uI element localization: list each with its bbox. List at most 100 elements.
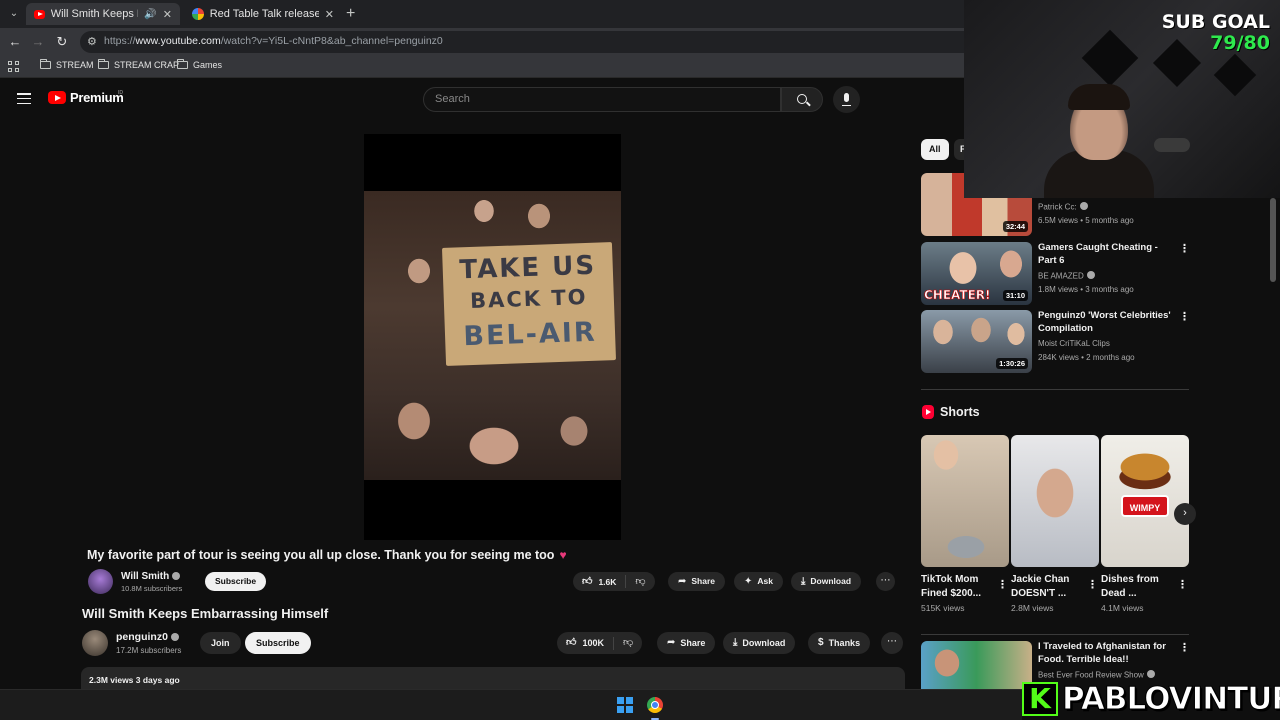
- more-actions-icon[interactable]: ⋯: [876, 572, 895, 591]
- back-icon[interactable]: ←: [7, 34, 23, 50]
- recommendation-channel[interactable]: BE AMAZED: [1038, 271, 1095, 281]
- join-button[interactable]: Join: [200, 632, 241, 654]
- youtube-header: Premium ID: [0, 80, 964, 118]
- sign-line: TAKE US: [458, 250, 597, 286]
- dislike-button[interactable]: 👎︎: [614, 638, 642, 648]
- short-thumbnail[interactable]: [921, 435, 1009, 567]
- close-tab-icon[interactable]: ✕: [163, 8, 172, 21]
- short-item[interactable]: Jackie Chan DOESN'T ... 2.8M views ⋮: [1011, 435, 1099, 613]
- share-label: Share: [691, 576, 716, 586]
- crowd-sign: TAKE US BACK TO BEL-AIR: [441, 242, 617, 366]
- short-views: 515K views: [921, 603, 965, 613]
- embedded-share-button[interactable]: ➦ Share: [668, 572, 726, 591]
- verified-icon: [1146, 670, 1155, 678]
- chip-all[interactable]: All: [921, 139, 949, 160]
- recommendation-item[interactable]: CHEATER! 31:10 Gamers Caught Cheating - …: [921, 242, 1191, 306]
- bookmark-stream-crap[interactable]: STREAM CRAP: [98, 59, 179, 70]
- more-options-icon[interactable]: ⋮: [1179, 244, 1190, 255]
- sign-line: BACK TO: [469, 284, 588, 314]
- like-dislike-group: 👍︎ 100K 👎︎: [557, 632, 643, 654]
- recommendation-title[interactable]: Gamers Caught Cheating - Part 6: [1038, 242, 1173, 267]
- scrollbar-thumb[interactable]: [1270, 198, 1276, 282]
- embedded-download-button[interactable]: ⤓ Download: [791, 572, 862, 591]
- close-tab-icon[interactable]: ✕: [325, 8, 334, 21]
- new-tab-icon[interactable]: +: [346, 5, 355, 23]
- more-options-icon[interactable]: ⋮: [1179, 643, 1190, 654]
- recommendation-item[interactable]: 1:30:26 Penguinz0 'Worst Celebrities' Co…: [921, 310, 1191, 374]
- short-title[interactable]: TikTok Mom Fined $200...: [921, 573, 993, 601]
- forward-icon[interactable]: →: [30, 34, 46, 50]
- more-options-icon[interactable]: ⋮: [1179, 312, 1190, 323]
- microphone-icon: [842, 93, 851, 106]
- thumbs-down-icon: 👎︎: [622, 637, 634, 648]
- like-button[interactable]: 👍︎ 100K: [557, 636, 614, 650]
- chrome-icon[interactable]: [647, 697, 663, 713]
- verified-icon: [170, 632, 179, 641]
- bookmark-stream[interactable]: STREAM: [40, 59, 94, 70]
- apps-grid-icon[interactable]: [8, 61, 19, 72]
- duration-badge: 32:44: [1002, 221, 1028, 232]
- more-options-icon[interactable]: ⋮: [1177, 578, 1188, 591]
- short-item[interactable]: WIMPY Dishes from Dead ... 4.1M views ⋮: [1101, 435, 1189, 613]
- video-thumbnail[interactable]: CHEATER! 31:10: [921, 242, 1032, 305]
- shorts-next-chevron-icon[interactable]: ›: [1174, 503, 1196, 525]
- short-thumbnail[interactable]: WIMPY: [1101, 435, 1189, 567]
- download-button[interactable]: ⤓ Download: [723, 632, 796, 654]
- embedded-subscribe-button[interactable]: Subscribe: [205, 572, 267, 591]
- address-bar[interactable]: ⚙ https://www.youtube.com/watch?v=Yi5L-c…: [80, 31, 964, 53]
- recommendation-channel[interactable]: Best Ever Food Review Show: [1038, 670, 1155, 680]
- embedded-caption: My favorite part of tour is seeing you a…: [87, 548, 567, 562]
- youtube-logo[interactable]: Premium: [48, 90, 124, 105]
- thanks-label: Thanks: [828, 638, 861, 648]
- dislike-button[interactable]: 👎︎: [626, 576, 654, 587]
- avatar[interactable]: [88, 569, 113, 594]
- share-button[interactable]: ➦ Share: [657, 632, 716, 654]
- menu-icon[interactable]: [17, 93, 31, 104]
- voice-search-button[interactable]: [833, 86, 860, 113]
- search-input[interactable]: [435, 93, 765, 105]
- bookmark-games[interactable]: Games: [177, 59, 222, 70]
- reload-icon[interactable]: ↻: [54, 34, 70, 50]
- more-options-icon[interactable]: ⋮: [997, 578, 1008, 591]
- subscriber-count: 17.2M subscribers: [116, 646, 182, 655]
- more-options-icon[interactable]: ⋮: [1087, 578, 1098, 591]
- short-title[interactable]: Jackie Chan DOESN'T ...: [1011, 573, 1083, 601]
- recommendation-channel[interactable]: Patrick Cc:: [1038, 202, 1088, 212]
- avatar[interactable]: [82, 630, 108, 656]
- webcam-overlay: SUB GOAL 79/80: [964, 0, 1280, 198]
- video-player[interactable]: TAKE US BACK TO BEL-AIR: [364, 134, 621, 540]
- recommendation-channel[interactable]: Moist CriTiKaL Clips: [1038, 339, 1110, 348]
- subscribe-button[interactable]: Subscribe: [245, 632, 311, 654]
- speaker-icon[interactable]: 🔊: [144, 9, 156, 20]
- embedded-ask-button[interactable]: ✦ Ask: [734, 572, 783, 591]
- recommendation-title[interactable]: Penguinz0 'Worst Celebrities' Compilatio…: [1038, 310, 1173, 335]
- short-thumbnail[interactable]: [1011, 435, 1099, 567]
- tab-will-smith[interactable]: Will Smith Keeps Embarrass 🔊 ✕: [26, 3, 180, 25]
- embedded-channel-row: Will Smith 10.8M subscribers Subscribe 👍…: [88, 568, 900, 596]
- short-title[interactable]: Dishes from Dead ...: [1101, 573, 1173, 601]
- download-label: Download: [742, 638, 786, 648]
- url-text: https://www.youtube.com/watch?v=Yi5L-cNn…: [104, 35, 443, 47]
- video-thumbnail[interactable]: 1:30:26: [921, 310, 1032, 373]
- tab-red-table-talk[interactable]: Red Table Talk release - Google ✕: [184, 3, 342, 25]
- search-button[interactable]: [781, 87, 823, 112]
- recommendation-views: 284K views • 2 months ago: [1038, 353, 1135, 362]
- channel-name[interactable]: penguinz0: [116, 631, 179, 643]
- section-divider: [921, 389, 1189, 390]
- embedded-channel-name[interactable]: Will Smith: [121, 571, 181, 582]
- site-info-icon[interactable]: ⚙: [87, 35, 97, 48]
- like-count: 1.6K: [598, 576, 617, 587]
- recommendation-title[interactable]: I Traveled to Afghanistan for Food. Terr…: [1038, 641, 1173, 666]
- tab-title: Will Smith Keeps Embarrass: [50, 8, 139, 20]
- like-button[interactable]: 👍︎ 1.6K: [573, 575, 627, 588]
- short-item[interactable]: TikTok Mom Fined $200... 515K views ⋮: [921, 435, 1009, 613]
- like-count: 100K: [582, 638, 604, 648]
- acoustic-panel: [1081, 29, 1139, 87]
- windows-start-icon[interactable]: [617, 697, 633, 713]
- windows-taskbar: [0, 689, 1022, 720]
- sign-line: BEL-AIR: [462, 316, 598, 353]
- more-actions-icon[interactable]: ⋯: [881, 632, 903, 654]
- thanks-button[interactable]: $ Thanks: [808, 632, 871, 654]
- sub-goal-widget: SUB GOAL 79/80: [1162, 12, 1270, 54]
- tab-search-chevron-icon[interactable]: ⌄: [6, 6, 22, 22]
